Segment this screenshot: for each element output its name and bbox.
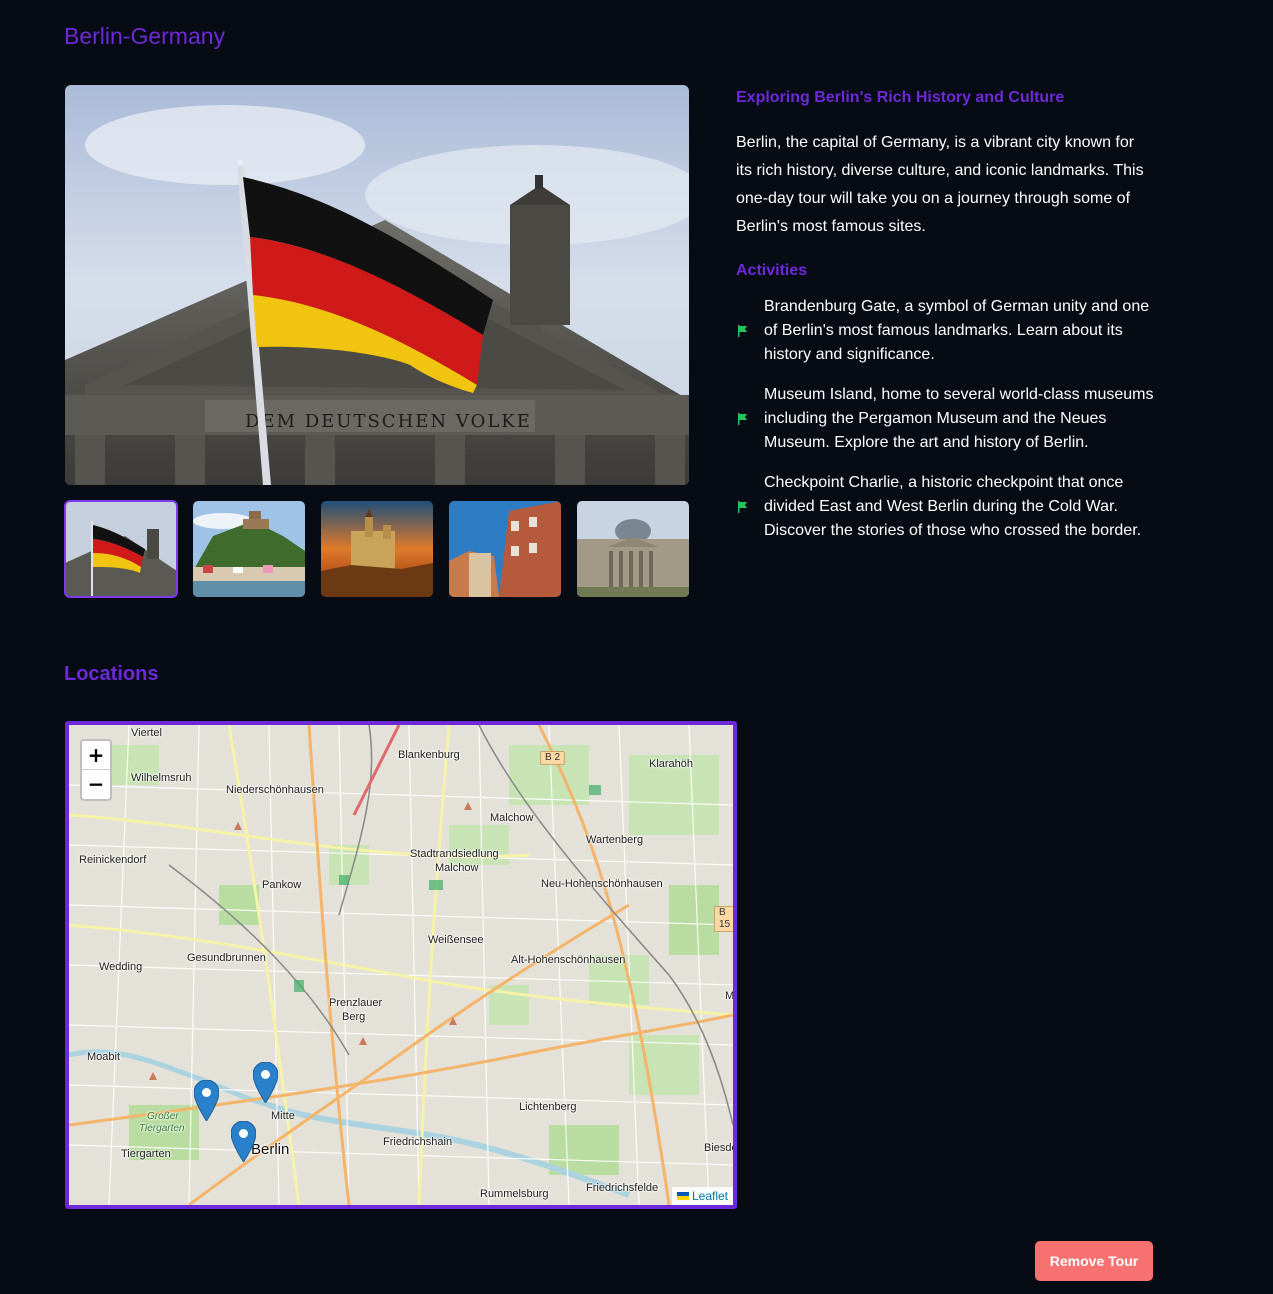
thumbnail-castle-village[interactable] [193,501,305,597]
map-label: Prenzlauer [329,997,383,1009]
map-label: Stadtrandsiedlung [410,848,499,860]
map-label: Gesundbrunnen [187,952,266,964]
locations-heading: Locations [64,663,159,685]
zoom-out-button[interactable]: − [82,770,110,799]
activity-item: Museum Island, home to several world-cla… [736,383,1156,455]
map-label: Wartenberg [586,834,644,846]
thumbnail-half-timbered-houses[interactable] [449,501,561,597]
main-gallery-image: DEM DEUTSCHEN VOLKE [65,85,689,485]
svg-text:DEM DEUTSCHEN VOLKE: DEM DEUTSCHEN VOLKE [245,411,532,432]
map-label: Wedding [99,961,143,973]
map-label: Malchow [435,862,479,874]
map-label: Klarahöh [649,758,694,770]
thumbnail-castle-sunset[interactable] [321,501,433,597]
map-label: Alt-Hohenschönhausen [511,954,626,966]
flag-icon [738,413,747,425]
tour-heading: Exploring Berlin's Rich History and Cult… [736,89,1065,106]
map-road-shield: B 15 [714,906,733,932]
map-label: Lichtenberg [519,1101,577,1113]
map-label: Rummelsburg [480,1188,549,1200]
map-label: Viertel [131,727,162,739]
remove-tour-button[interactable]: Remove Tour [1035,1241,1153,1281]
zoom-in-button[interactable]: + [82,741,110,770]
activity-text: Brandenburg Gate, a symbol of German uni… [764,298,1150,363]
map-road-shield: B 2 [540,751,566,765]
map-label: Reinickendorf [79,854,147,866]
location-marker-icon[interactable] [231,1121,256,1162]
map-label: Moabit [87,1051,121,1063]
thumbnail-strip [64,500,689,598]
page-title: Berlin-Germany [64,23,226,49]
location-marker-icon[interactable] [194,1080,219,1121]
map-label: Berlin [251,1141,290,1158]
thumbnail-reichstag-building[interactable] [577,501,689,597]
map-label: Friedrichsfelde [586,1182,659,1194]
map-label: Blankenburg [398,749,460,761]
ukraine-flag-icon [676,1192,689,1200]
map-label: Großer [147,1111,179,1122]
map-label: Niederschönhausen [226,784,324,796]
map-label: M [725,990,735,1002]
activities-heading: Activities [736,262,808,279]
tour-description: Berlin, the capital of Germany, is a vib… [736,134,1144,235]
map-label: Malchow [490,812,534,824]
map-label: Tiergarten [121,1148,171,1160]
map-label: Biesdo [704,1142,737,1154]
map-label: Wilhelmsruh [131,772,192,784]
tour-info: Exploring Berlin's Rich History and Cult… [736,88,1156,559]
map-label: Berg [342,1011,366,1023]
activity-item: Checkpoint Charlie, a historic checkpoin… [736,471,1156,543]
map-attribution: Leaflet [671,1187,733,1205]
map-label: Mitte [271,1110,295,1122]
leaflet-link[interactable]: Leaflet [692,1189,728,1203]
activity-list: Brandenburg Gate, a symbol of German uni… [736,295,1156,543]
activity-item: Brandenburg Gate, a symbol of German uni… [736,295,1156,367]
map-label: Neu-Hohenschönhausen [541,878,663,890]
flag-icon [738,501,747,513]
activity-text: Museum Island, home to several world-cla… [764,386,1154,451]
activity-text: Checkpoint Charlie, a historic checkpoin… [764,474,1142,539]
map-label: Friedrichshain [383,1136,453,1148]
thumbnail-reichstag-flag[interactable] [64,500,178,598]
locations-map[interactable]: + − Viertel Wilhelmsruh Niederschönhause… [65,721,737,1209]
map-zoom-control: + − [80,739,112,801]
map-label: Pankow [262,879,302,891]
location-marker-icon[interactable] [253,1062,278,1103]
flag-icon [738,325,747,337]
map-label: Tiergarten [139,1123,185,1134]
map-label: Weißensee [428,934,484,946]
